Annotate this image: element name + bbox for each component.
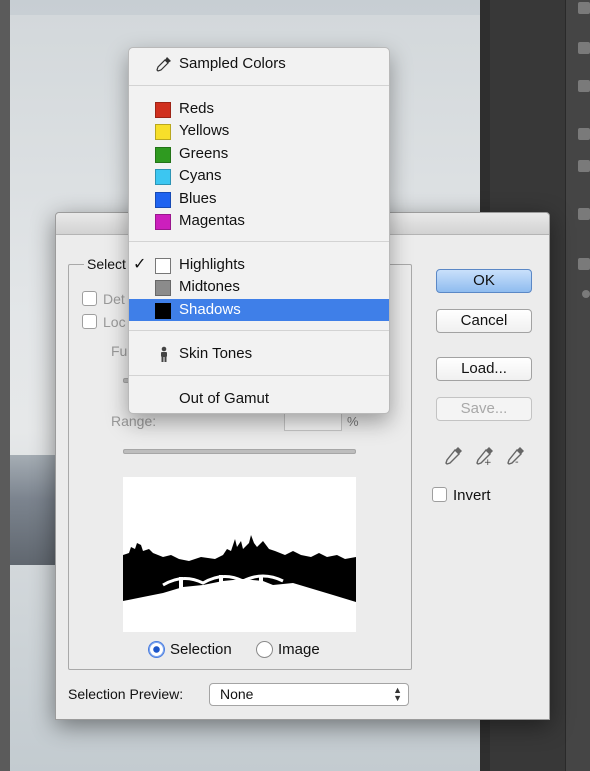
grid-icon[interactable]	[578, 160, 590, 172]
menu-item-label: Greens	[179, 145, 229, 162]
ok-button[interactable]: OK	[436, 269, 532, 293]
svg-text:+: +	[484, 458, 492, 465]
cancel-button[interactable]: Cancel	[436, 309, 532, 333]
eyedropper-icon[interactable]	[444, 445, 464, 465]
selection-radio-label: Selection	[170, 641, 232, 658]
menu-item-label: Skin Tones	[179, 345, 253, 362]
person-icon	[161, 346, 167, 362]
invert-label: Invert	[453, 487, 491, 504]
shadows-swatch	[155, 303, 171, 319]
menu-item-label: Cyans	[179, 167, 222, 184]
menu-item-label: Shadows	[179, 301, 241, 318]
menu-item-midtones[interactable]: Midtones	[129, 276, 389, 298]
cyans-swatch	[155, 169, 171, 185]
menu-item-label: Sampled Colors	[179, 55, 286, 72]
menu-item-label: Out of Gamut	[179, 390, 270, 407]
save-button[interactable]: Save...	[436, 397, 532, 421]
checkmark-icon: ✓	[133, 256, 147, 273]
menu-item-out-of-gamut[interactable]: Out of Gamut	[129, 388, 389, 410]
menu-item-yellows[interactable]: Yellows	[129, 120, 389, 142]
dot-icon[interactable]	[582, 290, 590, 298]
menu-item-sampled-colors[interactable]: Sampled Colors	[129, 53, 389, 75]
yellows-swatch	[155, 124, 171, 140]
menu-item-skin-tones[interactable]: Skin Tones	[129, 343, 389, 365]
selection-preview-thumbnail	[123, 477, 356, 632]
fuzziness-label: Fu	[111, 343, 128, 359]
highlights-swatch	[155, 258, 171, 274]
image-radio-label: Image	[278, 641, 320, 658]
midtones-swatch	[155, 280, 171, 296]
adjust-icon[interactable]	[578, 128, 590, 140]
menu-item-label: Yellows	[179, 122, 230, 139]
menu-item-blues[interactable]: Blues	[129, 188, 389, 210]
shadows-mask-image	[123, 477, 356, 632]
selection-preview-label: Selection Preview:	[68, 686, 184, 702]
reds-swatch	[155, 102, 171, 118]
localized-clusters-label: Loc	[103, 314, 126, 330]
menu-item-cyans[interactable]: Cyans	[129, 165, 389, 187]
list-icon[interactable]	[578, 208, 590, 220]
eyedropper-subtract-icon[interactable]: -	[506, 445, 526, 465]
menu-separator	[129, 241, 389, 242]
menu-item-highlights[interactable]: ✓ Highlights	[129, 254, 389, 276]
menu-separator	[129, 85, 389, 86]
select-dropdown-menu: Sampled Colors Reds Yellows Greens Cyans…	[128, 47, 390, 414]
menu-item-label: Midtones	[179, 278, 240, 295]
info-icon[interactable]	[578, 80, 590, 92]
eyedropper-icon	[156, 57, 171, 72]
detect-faces-checkbox[interactable]	[82, 291, 97, 306]
load-button[interactable]: Load...	[436, 357, 532, 381]
localized-clusters-checkbox[interactable]	[82, 314, 97, 329]
blues-swatch	[155, 192, 171, 208]
menu-item-shadows[interactable]: Shadows	[129, 299, 389, 321]
type-icon[interactable]	[578, 258, 590, 270]
image-radio[interactable]	[256, 641, 273, 658]
menu-item-label: Highlights	[179, 256, 245, 273]
detect-faces-label: Det	[103, 291, 125, 307]
invert-checkbox[interactable]	[432, 487, 447, 502]
range-slider[interactable]	[123, 449, 356, 454]
selection-preview-select[interactable]: None ▲ ▼	[209, 683, 409, 706]
cube-icon[interactable]	[578, 42, 590, 54]
eyedropper-add-icon[interactable]: +	[475, 445, 495, 465]
select-label: Select	[84, 256, 129, 272]
range-label: Range:	[111, 413, 157, 429]
svg-text:-: -	[515, 457, 519, 465]
magentas-swatch	[155, 214, 171, 230]
menu-separator	[129, 375, 389, 376]
selection-preview-value: None	[220, 686, 254, 702]
selection-radio[interactable]	[148, 641, 165, 658]
menu-item-reds[interactable]: Reds	[129, 98, 389, 120]
menu-item-magentas[interactable]: Magentas	[129, 210, 389, 232]
range-percent: %	[347, 414, 359, 429]
menu-item-label: Blues	[179, 190, 217, 207]
play-icon[interactable]	[578, 2, 590, 14]
tool-panel-strip	[565, 0, 590, 771]
menu-item-label: Magentas	[179, 212, 245, 229]
greens-swatch	[155, 147, 171, 163]
menu-separator	[129, 330, 389, 331]
canvas-border	[0, 0, 10, 771]
select-arrows-icon: ▲ ▼	[393, 685, 402, 703]
menu-item-greens[interactable]: Greens	[129, 143, 389, 165]
menu-item-label: Reds	[179, 100, 215, 117]
